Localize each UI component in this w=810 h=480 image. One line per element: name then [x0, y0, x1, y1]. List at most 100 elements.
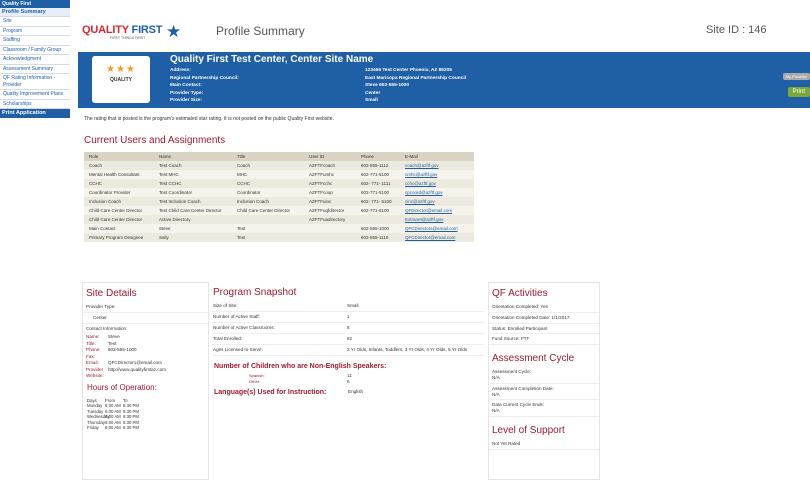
field-label-contact: Main Contact: — [170, 83, 202, 88]
nav-profile-summary[interactable]: Profile Summary — [0, 8, 70, 17]
nav-item-quality-improvement[interactable]: Quality Improvement Plans — [0, 90, 70, 100]
program-key: Total Enrolled: — [213, 336, 243, 341]
hours-row: Friday 6:00 AM 6:30 PM — [83, 425, 208, 431]
table-row: Mental Health Consultant Test MHC MHC AZFTF… — [84, 170, 474, 179]
qf-activities-panel: QF Activities Orientation Completed: Yes… — [488, 282, 600, 480]
hours-title: Hours of Operation: — [87, 382, 157, 392]
site-id: Site ID : 146 — [706, 24, 767, 36]
hours-from: 6:00 AM — [105, 425, 121, 430]
table-cell: Child Care Center Director — [232, 206, 304, 215]
program-key: Ages Licensed to Serve: — [213, 347, 263, 352]
nes-key: Other: — [249, 379, 261, 384]
email-link[interactable]: QFCDirectors@email.com — [405, 226, 458, 231]
star-rating-icon: ★★★ — [106, 64, 136, 75]
table-cell: 602-771-5100 — [356, 188, 400, 197]
table-cell: cmhc@azftf.gov — [400, 170, 474, 179]
email-link[interactable]: cpcoord@azftf.gov — [405, 190, 443, 195]
table-cell: CCHC — [232, 179, 304, 188]
col-phone: Phone — [356, 152, 400, 161]
table-cell: AZFTFuadirectory — [304, 215, 356, 224]
field-value-contact: Steve 602-555-1000 — [365, 83, 410, 88]
center-name: Quality First Test Center, Center Site N… — [170, 54, 374, 65]
nav-item-classroom[interactable]: Classroom / Family Group — [0, 46, 70, 55]
table-cell: 602-555-1000 — [356, 224, 400, 233]
table-cell: Main Contact — [84, 224, 154, 233]
nes-row: Other: 6 — [212, 379, 484, 385]
nav-item-qf-rating[interactable]: QF Rating Information - Provider — [0, 74, 70, 90]
table-cell — [232, 215, 304, 224]
logo-main-text: QUALITY — [82, 24, 129, 36]
assessment-rows: Assessment Cycle: N/A Assessment Completi… — [489, 367, 599, 417]
table-cell: AZFTFcoach — [304, 161, 356, 170]
col-user-id: User ID — [304, 152, 356, 161]
table-cell: Coach — [232, 161, 304, 170]
email-link[interactable]: cinc@azftf.gov — [405, 199, 435, 204]
program-row: Ages Licensed to Serve: 2 Yr Olds, Infant… — [212, 345, 484, 356]
table-cell: MHC — [232, 170, 304, 179]
program-rows: Size of Site: Small Number of Active Staff… — [212, 301, 484, 356]
nav-item-site[interactable]: Site — [0, 17, 70, 27]
field-value-provider-type: Center — [365, 90, 381, 96]
program-value: 82 — [347, 336, 353, 341]
nav-item-program[interactable]: Program — [0, 27, 70, 36]
provider-type-label: Provider Type: — [83, 302, 208, 313]
nav-item-scholarships[interactable]: Scholarships — [0, 100, 70, 109]
table-row: Main Contact Steve Test 602-555-1000 QFCDire… — [84, 224, 474, 233]
table-row: Inclusion Coach Test Inclusion Coach Inclu… — [84, 197, 474, 206]
page-title: Profile Summary — [216, 24, 305, 38]
nav-item-acknowledgment[interactable]: Acknowledgment — [0, 55, 70, 65]
assessment-row: Assessment Cycle: N/A — [489, 367, 599, 384]
field-value-address: 123456 Test Center Phoenix, AZ 85205 — [365, 68, 452, 73]
header: QUALITY FIRST FIRST THINGS FIRST ★ Profi… — [78, 10, 810, 52]
table-cell: AZFTFcchc — [304, 179, 356, 188]
table-cell: QFDirector@email.com — [400, 206, 474, 215]
table-cell: Extranet@azftf.gov — [400, 215, 474, 224]
email-link[interactable]: Extranet@azftf.gov — [405, 217, 443, 222]
qf-row: Status: Enrolled Participant — [489, 324, 599, 335]
print-button[interactable]: Print — [787, 87, 810, 97]
nes-rows: Spanish: 11 Other: 6 — [212, 373, 484, 385]
table-cell: Sally — [154, 233, 232, 242]
table-cell: Test CCHC — [154, 179, 232, 188]
nav-item-assessment-summary[interactable]: Assessment Summary — [0, 65, 70, 74]
table-cell: Steve — [154, 224, 232, 233]
program-key: Number of Active Classrooms: — [213, 325, 275, 330]
table-cell: Test Inclusion Coach — [154, 197, 232, 206]
table-cell: AZFTFumhc — [304, 170, 356, 179]
table-cell: CCHC — [84, 179, 154, 188]
email-link[interactable]: QFDirector@email.com — [405, 208, 452, 213]
table-cell: 602-555-1112 — [356, 161, 400, 170]
email-link[interactable]: QFCDirector@email.com — [405, 235, 455, 240]
my-provider-button[interactable]: My Provider — [782, 73, 810, 80]
table-cell: cpcoord@azftf.gov — [400, 188, 474, 197]
program-key: Size of Site: — [213, 303, 238, 308]
table-cell: QFCDirector@email.com — [400, 233, 474, 242]
page: Quality First Profile Summary Site Progr… — [0, 0, 810, 480]
table-cell: Child Care Center Director — [84, 206, 154, 215]
nav-section-quality-first[interactable]: Quality First — [0, 0, 70, 8]
language-row: Language(s) Used for Instruction: Englis… — [212, 385, 484, 400]
program-row: Number of Active Classrooms: 6 — [212, 323, 484, 334]
table-cell: Test — [232, 233, 304, 242]
center-field-labels: Address: Regional Partnership Council: M… — [170, 67, 239, 105]
nav-item-staffing[interactable]: Staffing — [0, 36, 70, 46]
program-value: 6 — [347, 325, 350, 330]
hours-day: Friday — [87, 425, 99, 430]
table-cell: AZFTFcoop — [304, 188, 356, 197]
star-logo-icon: ★ — [166, 22, 182, 41]
program-snapshot-title: Program Snapshot — [213, 287, 297, 298]
logo-accent-text: FIRST — [131, 24, 163, 36]
email-link[interactable]: cmhc@azftf.gov — [405, 172, 437, 177]
email-link[interactable]: coach@azftf.gov — [405, 163, 439, 168]
email-link[interactable]: cchc@azftf.gov — [405, 181, 436, 186]
table-cell: 602-771-5100 — [356, 206, 400, 215]
table-cell: AZFTFuqfdirector — [304, 206, 356, 215]
table-row: Coach Test Coach Coach AZFTFcoach 602-555-11… — [84, 161, 474, 170]
nav-print-application[interactable]: Print Application — [0, 109, 70, 118]
level-of-support-title: Level of Support — [492, 424, 565, 436]
table-cell: AZFTFuinc — [304, 197, 356, 206]
field-label-provider-size: Provider Size: — [170, 98, 202, 103]
contact-value: http://www.qualityfirstaz.com — [108, 366, 166, 372]
qf-activities-title: QF Activities — [492, 288, 548, 299]
program-row: Total Enrolled: 82 — [212, 334, 484, 345]
